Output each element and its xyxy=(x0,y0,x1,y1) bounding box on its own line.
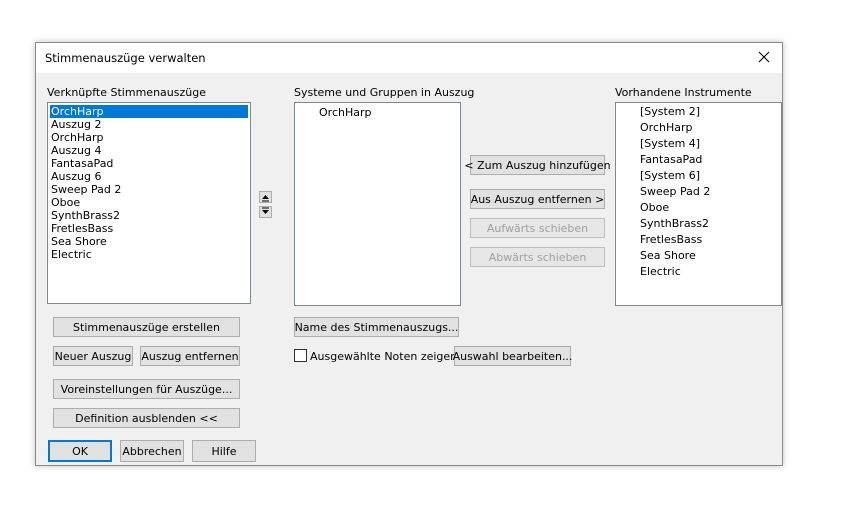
available-instruments-list[interactable]: [System 2] OrchHarp [System 4] FantasaPad [S… xyxy=(615,102,782,306)
delete-part-button[interactable]: Auszug entfernen xyxy=(140,346,240,366)
new-part-button[interactable]: Neuer Auszug xyxy=(53,346,133,366)
list-item[interactable]: Auszug 2 xyxy=(50,118,248,131)
list-item[interactable]: Sea Shore xyxy=(640,249,696,262)
list-item[interactable]: Electric xyxy=(640,265,681,278)
list-item[interactable]: FantasaPad xyxy=(640,153,702,166)
show-selected-notes-label: Ausgewählte Noten zeigen xyxy=(310,350,458,363)
cancel-button[interactable]: Abbrechen xyxy=(120,440,184,462)
systems-groups-list[interactable]: OrchHarp xyxy=(294,102,461,306)
list-item[interactable]: Oboe xyxy=(50,196,248,209)
linked-parts-label: Verknüpfte Stimmenauszüge xyxy=(47,86,206,99)
close-icon[interactable] xyxy=(754,47,774,67)
move-up-button[interactable]: Aufwärts schieben xyxy=(470,218,605,238)
edit-selection-button[interactable]: Auswahl bearbeiten... xyxy=(453,346,572,366)
add-to-part-button[interactable]: < Zum Auszug hinzufügen xyxy=(464,155,611,175)
list-item[interactable]: OrchHarp xyxy=(640,121,692,134)
show-selected-notes-checkbox[interactable] xyxy=(294,349,307,362)
list-item[interactable]: OrchHarp xyxy=(50,105,248,118)
part-defaults-button[interactable]: Voreinstellungen für Auszüge... xyxy=(53,379,240,399)
list-item[interactable]: FantasaPad xyxy=(50,157,248,170)
linked-parts-list[interactable]: OrchHarp Auszug 2 OrchHarp Auszug 4 FantasaP… xyxy=(47,102,251,304)
list-item[interactable]: [System 4] xyxy=(640,137,700,150)
title-bar: Stimmenauszüge verwalten xyxy=(36,43,782,73)
part-name-button[interactable]: Name des Stimmenauszugs... xyxy=(294,317,459,337)
list-item[interactable]: Sweep Pad 2 xyxy=(50,183,248,196)
list-item[interactable]: Electric xyxy=(50,248,248,261)
list-item[interactable]: [System 2] xyxy=(640,105,700,118)
list-item[interactable]: Sea Shore xyxy=(50,235,248,248)
list-item[interactable]: OrchHarp xyxy=(319,106,371,119)
remove-from-part-button[interactable]: Aus Auszug entfernen > xyxy=(470,189,605,209)
systems-groups-label: Systeme und Gruppen in Auszug xyxy=(294,86,475,99)
dialog-title: Stimmenauszüge verwalten xyxy=(45,51,206,65)
list-item[interactable]: FretlesBass xyxy=(50,222,248,235)
list-item[interactable]: [System 6] xyxy=(640,169,700,182)
hide-definition-button[interactable]: Definition ausblenden << xyxy=(53,408,240,428)
help-button[interactable]: Hilfe xyxy=(192,440,256,462)
list-item[interactable]: SynthBrass2 xyxy=(640,217,709,230)
list-item[interactable]: SynthBrass2 xyxy=(50,209,248,222)
list-item[interactable]: Sweep Pad 2 xyxy=(640,185,710,198)
move-down-button[interactable]: Abwärts schieben xyxy=(470,247,605,267)
move-down-arrow-icon[interactable] xyxy=(259,206,272,218)
list-item[interactable]: Auszug 6 xyxy=(50,170,248,183)
create-parts-button[interactable]: Stimmenauszüge erstellen xyxy=(53,317,240,337)
available-instruments-label: Vorhandene Instrumente xyxy=(615,86,752,99)
list-item[interactable]: Oboe xyxy=(640,201,669,214)
manage-parts-dialog: Stimmenauszüge verwalten Verknüpfte Stim… xyxy=(35,42,783,466)
list-item[interactable]: OrchHarp xyxy=(50,131,248,144)
list-item[interactable]: FretlesBass xyxy=(640,233,702,246)
move-up-arrow-icon[interactable] xyxy=(259,191,272,203)
ok-button[interactable]: OK xyxy=(48,440,112,462)
list-item[interactable]: Auszug 4 xyxy=(50,144,248,157)
